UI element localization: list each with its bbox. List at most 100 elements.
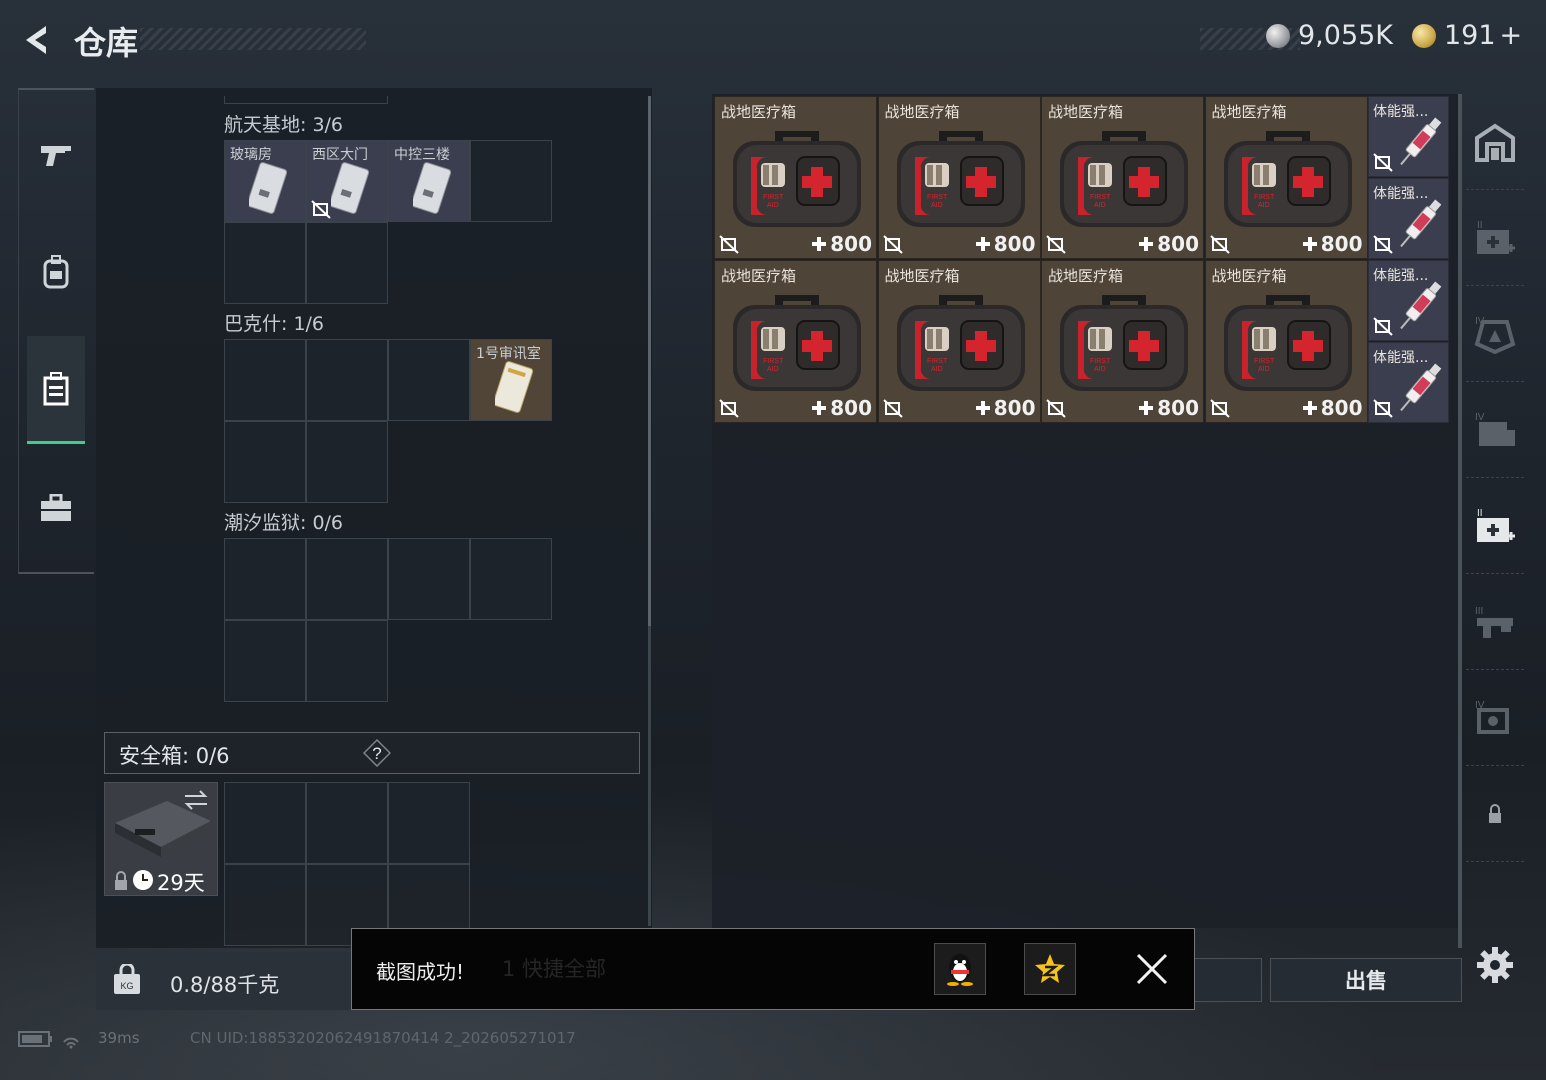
silver-currency[interactable]: 9,055K (1266, 20, 1393, 51)
medkit-item[interactable]: 战地医疗箱 FIRST AID 800 (1204, 96, 1368, 259)
empty-slot[interactable] (224, 421, 306, 503)
keycard-name: 玻璃房 (230, 147, 272, 163)
lock-icon (1489, 803, 1501, 823)
no-drop-icon (1373, 317, 1393, 336)
svg-text:II: II (1477, 220, 1483, 231)
keycard-slot[interactable]: 西区大门 (306, 140, 388, 222)
filter-weapon-3[interactable]: III (1466, 574, 1524, 670)
battery-icon (18, 1028, 88, 1054)
empty-slot[interactable] (306, 421, 388, 503)
back-arrow-icon[interactable] (18, 22, 54, 58)
nav-toolbox[interactable] (27, 454, 85, 562)
right-scrollbar[interactable] (1458, 94, 1462, 948)
empty-slot[interactable] (306, 222, 388, 304)
medkit-item[interactable]: 战地医疗箱 FIRST AID 800 (1204, 259, 1368, 423)
svg-text:AID: AID (767, 202, 779, 209)
stamina-booster-item[interactable]: 体能强... (1368, 342, 1449, 423)
empty-slot[interactable] (224, 864, 306, 946)
no-drop-icon (882, 398, 903, 418)
filter-armor-4[interactable]: IV (1466, 286, 1524, 382)
empty-slot[interactable] (224, 339, 306, 421)
medkit-item[interactable]: 战地医疗箱 FIRST AID 800 (877, 96, 1041, 259)
stamina-booster-item[interactable]: 体能强... (1368, 178, 1449, 259)
settings-gear-icon[interactable] (1474, 944, 1516, 986)
medkit-item[interactable]: 战地医疗箱 FIRST AID 800 (714, 259, 877, 423)
ping-value: 39ms (98, 1029, 140, 1047)
empty-slot[interactable] (388, 782, 470, 864)
keycard-slot[interactable]: 1号审讯室 (470, 339, 552, 421)
gold-add-button[interactable]: + (1500, 20, 1523, 51)
swap-icon[interactable] (183, 789, 209, 811)
svg-text:AID: AID (767, 366, 779, 373)
no-drop-icon (1209, 235, 1230, 254)
medkit-tier-icon: II (1477, 220, 1515, 254)
empty-slot[interactable] (224, 782, 306, 864)
keycard-icon (331, 162, 369, 214)
no-drop-icon (1373, 399, 1393, 418)
stamina-booster-item[interactable]: 体能强... (1368, 96, 1449, 177)
no-drop-icon (719, 235, 739, 254)
stamina-booster-item[interactable]: 体能强... (1368, 260, 1449, 341)
empty-slot[interactable] (306, 339, 388, 421)
help-icon[interactable]: ? (363, 739, 391, 767)
medkit-item[interactable]: 战地医疗箱 FIRST AID 800 (877, 259, 1041, 423)
svg-text:?: ? (372, 744, 381, 763)
filter-medical[interactable]: II (1466, 478, 1524, 574)
medical-icon: II (1477, 508, 1515, 542)
share-qq-button[interactable] (934, 943, 986, 995)
partially-hidden-button[interactable] (1194, 958, 1262, 1002)
empty-slot[interactable] (224, 620, 306, 702)
filter-gear-4[interactable]: IV (1466, 670, 1524, 766)
nav-case[interactable] (27, 336, 85, 444)
nav-weapons[interactable] (27, 100, 85, 208)
no-drop-icon (1209, 398, 1230, 418)
empty-slot[interactable] (306, 538, 388, 620)
keycard-slot[interactable]: 中控三楼 (388, 140, 470, 222)
header: 仓库 9,055K 191 + (0, 0, 1546, 80)
close-icon[interactable] (1134, 951, 1170, 987)
empty-slot[interactable] (306, 782, 388, 864)
syringe-icon (1400, 281, 1442, 330)
item-value: 800 (975, 232, 1036, 256)
medkit-item[interactable]: 战地医疗箱 FIRST AID 800 (1041, 96, 1204, 259)
medkit-icon: FIRSTAID (896, 131, 1025, 227)
cut-off-grid (224, 96, 388, 104)
empty-slot[interactable] (224, 222, 306, 304)
item-name: 战地医疗箱 (1211, 266, 1287, 285)
ammo-tier-icon: IV (1475, 412, 1515, 446)
right-filter-nav: II IV IV II III IV (1466, 94, 1524, 1014)
medkit-icon: FIRSTAID (896, 294, 1025, 391)
nav-backpack[interactable] (27, 218, 85, 326)
filter-all[interactable] (1466, 94, 1524, 190)
plus-icon (1139, 237, 1154, 251)
gold-currency[interactable]: 191 + (1412, 20, 1522, 51)
keycard-name: 中控三楼 (394, 147, 450, 163)
svg-text:FIRST: FIRST (927, 358, 948, 365)
no-drop-icon (1373, 235, 1393, 254)
keycard-slot[interactable]: 玻璃房 (224, 140, 306, 222)
svg-text:FIRST: FIRST (1090, 194, 1111, 201)
empty-slot[interactable] (470, 140, 552, 222)
left-scrollbar-thumb[interactable] (648, 96, 651, 626)
empty-slot[interactable] (388, 339, 470, 421)
empty-slot[interactable] (388, 538, 470, 620)
filter-ammo-4[interactable]: IV (1466, 382, 1524, 478)
share-qzone-button[interactable] (1024, 943, 1076, 995)
plus-icon (812, 237, 827, 251)
filter-locked[interactable] (1466, 766, 1524, 862)
qzone-star-icon (1035, 954, 1065, 983)
medkit-icon: FIRSTAID (733, 294, 861, 391)
empty-slot[interactable] (470, 538, 552, 620)
medkit-item[interactable]: 战地医疗箱 FIRST AID 800 (714, 96, 877, 259)
sell-button[interactable]: 出售 (1270, 958, 1462, 1002)
medkit-item[interactable]: 战地医疗箱 FIRST AID 800 (1041, 259, 1204, 423)
item-name: 战地医疗箱 (721, 103, 797, 121)
empty-slot[interactable] (306, 620, 388, 702)
safe-box-item[interactable]: 29天 (104, 782, 218, 896)
clock-icon (133, 870, 153, 890)
syringe-icon (1400, 199, 1442, 248)
filter-medkit-2[interactable]: II (1466, 190, 1524, 286)
syringe-icon (1400, 117, 1442, 166)
empty-slot[interactable] (224, 538, 306, 620)
page-title: 仓库 (74, 24, 139, 62)
